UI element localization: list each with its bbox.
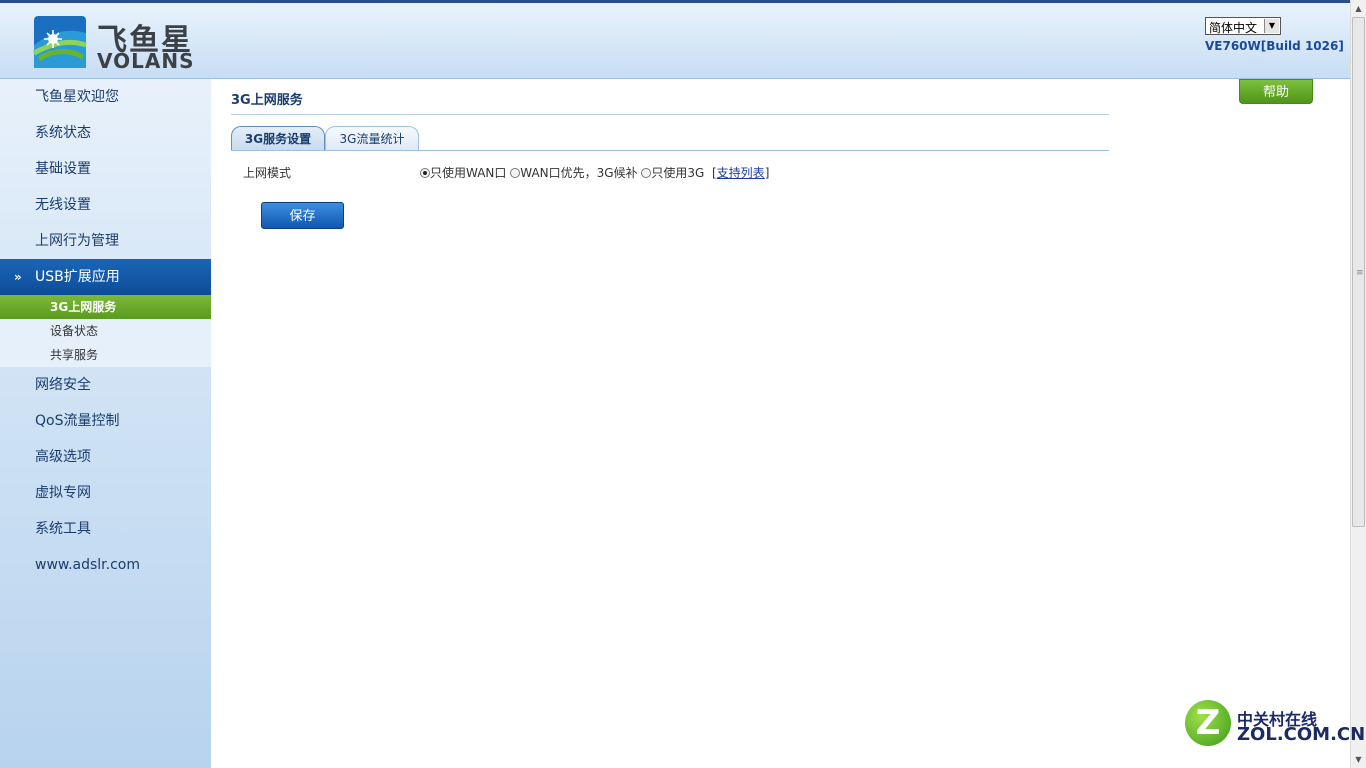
header: 飞鱼星 VOLANS 简体中文 ▼ VE760W[Build 1026]: [0, 3, 1350, 79]
volans-logo-icon: [32, 16, 87, 68]
bracket-close: ]: [764, 166, 770, 180]
save-button[interactable]: 保存: [261, 202, 344, 229]
radio-3g-only[interactable]: [641, 168, 652, 178]
radio-wan-priority-label: WAN口优先，3G候补: [520, 166, 638, 180]
chevron-down-icon[interactable]: ▼: [1264, 19, 1279, 33]
tab-divider: [231, 150, 1109, 151]
sidebar-item-system-status[interactable]: 系统状态: [0, 115, 211, 151]
scroll-thumb[interactable]: ≡: [1352, 17, 1365, 527]
sidebar-item-advanced[interactable]: 高级选项: [0, 439, 211, 475]
sidebar-item-network-security[interactable]: 网络安全: [0, 367, 211, 403]
scroll-down-arrow-icon[interactable]: ▼: [1351, 751, 1366, 768]
sidebar-item-label: USB扩展应用: [35, 269, 120, 285]
firmware-version: VE760W[Build 1026]: [1205, 39, 1344, 53]
vertical-scrollbar[interactable]: ▲ ≡ ▼: [1350, 0, 1366, 768]
usb-submenu: 3G上网服务 设备状态 共享服务: [0, 295, 211, 367]
zol-watermark: Z 中关村在线 ZOL.COM.CN: [1185, 700, 1365, 750]
radio-3g-only-label: 只使用3G: [651, 166, 705, 180]
radio-wan-only-label: 只使用WAN口: [430, 166, 507, 180]
language-select[interactable]: 简体中文 ▼: [1205, 17, 1281, 35]
tab-3g-traffic-stats[interactable]: 3G流量统计: [325, 126, 419, 150]
radio-wan-priority[interactable]: [510, 168, 521, 178]
sidebar-item-website-link[interactable]: www.adslr.com: [0, 547, 211, 583]
sidebar-item-usb-apps[interactable]: » USB扩展应用: [0, 259, 211, 295]
volans-logo: 飞鱼星 VOLANS: [32, 15, 195, 73]
language-selected-value: 简体中文: [1209, 21, 1258, 35]
sidebar-item-wireless-settings[interactable]: 无线设置: [0, 187, 211, 223]
sidebar-subitem-device-status[interactable]: 设备状态: [0, 319, 211, 343]
sidebar-item-behavior-management[interactable]: 上网行为管理: [0, 223, 211, 259]
sidebar-item-basic-settings[interactable]: 基础设置: [0, 151, 211, 187]
tab-3g-settings[interactable]: 3G服务设置: [231, 126, 325, 150]
zol-logo-icon: Z: [1185, 700, 1231, 746]
sidebar-item-system-tools[interactable]: 系统工具: [0, 511, 211, 547]
grip-icon: ≡: [1356, 268, 1364, 278]
title-divider: [231, 114, 1109, 115]
internet-mode-options: 只使用WAN口 WAN口优先，3G候补 只使用3G [支持列表]: [420, 164, 769, 181]
help-button[interactable]: 帮助: [1239, 79, 1313, 104]
support-list-link[interactable]: 支持列表: [717, 166, 765, 180]
page-title: 3G上网服务: [231, 93, 303, 108]
sidebar-item-welcome[interactable]: 飞鱼星欢迎您: [0, 79, 211, 115]
sidebar-subitem-3g-service[interactable]: 3G上网服务: [0, 295, 211, 319]
sidebar: 飞鱼星欢迎您 系统状态 基础设置 无线设置 上网行为管理 » USB扩展应用 3…: [0, 79, 212, 768]
internet-mode-label: 上网模式: [243, 166, 292, 180]
main-content: 3G上网服务 帮助 3G服务设置 3G流量统计 上网模式 只使用WAN口 WAN…: [211, 79, 1350, 768]
scroll-up-arrow-icon[interactable]: ▲: [1351, 0, 1366, 17]
sidebar-subitem-share-service[interactable]: 共享服务: [0, 343, 211, 367]
expand-chevron-icon: »: [14, 270, 22, 284]
logo-text-en: VOLANS: [97, 49, 195, 73]
radio-wan-only[interactable]: [420, 168, 430, 178]
sidebar-item-vpn[interactable]: 虚拟专网: [0, 475, 211, 511]
sidebar-item-qos[interactable]: QoS流量控制: [0, 403, 211, 439]
watermark-en: ZOL.COM.CN: [1237, 724, 1366, 745]
